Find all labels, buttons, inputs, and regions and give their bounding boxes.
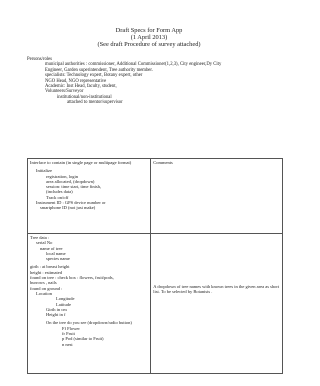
document-date: (1 April 2013) — [130, 34, 168, 42]
table-row: Tree data : serial No name of tree local… — [26, 233, 283, 374]
comments-heading: Comments — [153, 160, 173, 165]
on-tree-question: On the tree do you see (dropdown/radio b… — [46, 320, 132, 326]
document-page: Draft Specs for Form App (1 April 2013) … — [0, 0, 298, 386]
table-cell-comment: A dropdown of tree names with known tree… — [150, 233, 283, 374]
document-note: (See draft Procedure of survey attached) — [97, 41, 201, 49]
table-cell-interface: Interface to contain (in single page or … — [26, 158, 152, 234]
tree-names-comment: A dropdown of tree names with known tree… — [153, 284, 280, 295]
table-row: Interface to contain (in single page or … — [26, 158, 283, 234]
persona-subline: attached to mentor/supervisor — [67, 100, 123, 106]
table-cell-tree-data: Tree data : serial No name of tree local… — [26, 233, 152, 374]
interface-heading: Interface to contain (in single page or … — [30, 160, 132, 165]
instrument-line: smartphone ID (not just make) — [40, 205, 96, 211]
personas-section: Persons/roles municipal authorities : co… — [27, 57, 283, 106]
option-item: n nest — [62, 341, 73, 347]
table-cell-comments-heading: Comments — [150, 158, 283, 234]
document-title: Draft Specs for Form App — [115, 27, 183, 34]
spec-table: Interface to contain (in single page or … — [26, 158, 283, 374]
document-header: Draft Specs for Form App (1 April 2013) … — [0, 27, 298, 49]
